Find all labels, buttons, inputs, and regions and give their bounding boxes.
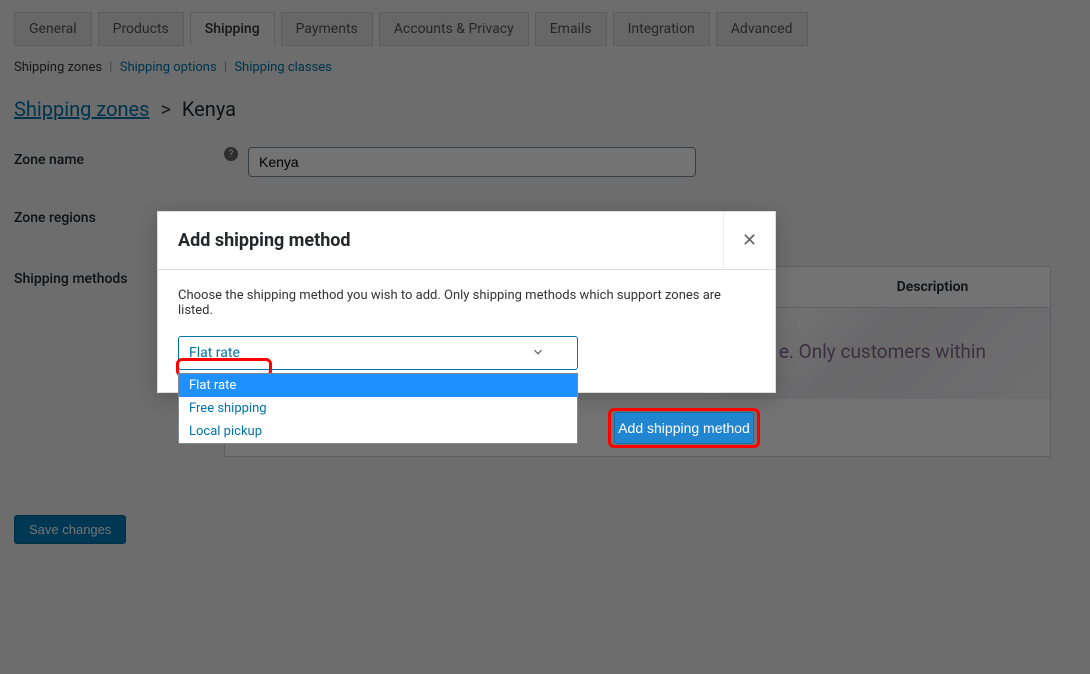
option-free-shipping[interactable]: Free shipping <box>179 397 577 420</box>
modal-title: Add shipping method <box>158 212 723 269</box>
shipping-method-dropdown: Flat rate Free shipping Local pickup <box>178 373 578 444</box>
option-local-pickup[interactable]: Local pickup <box>179 420 577 443</box>
chevron-down-icon <box>531 345 545 359</box>
add-shipping-method-modal: Add shipping method ✕ Choose the shippin… <box>157 211 776 393</box>
option-flat-rate[interactable]: Flat rate <box>179 374 577 397</box>
shipping-method-select[interactable]: Flat rate <box>178 336 578 370</box>
modal-add-shipping-method-button[interactable]: Add shipping method <box>614 412 754 444</box>
close-icon: ✕ <box>742 230 757 251</box>
modal-description: Choose the shipping method you wish to a… <box>178 288 755 318</box>
modal-close-button[interactable]: ✕ <box>723 212 775 269</box>
highlight-add-button: Add shipping method <box>608 408 760 448</box>
